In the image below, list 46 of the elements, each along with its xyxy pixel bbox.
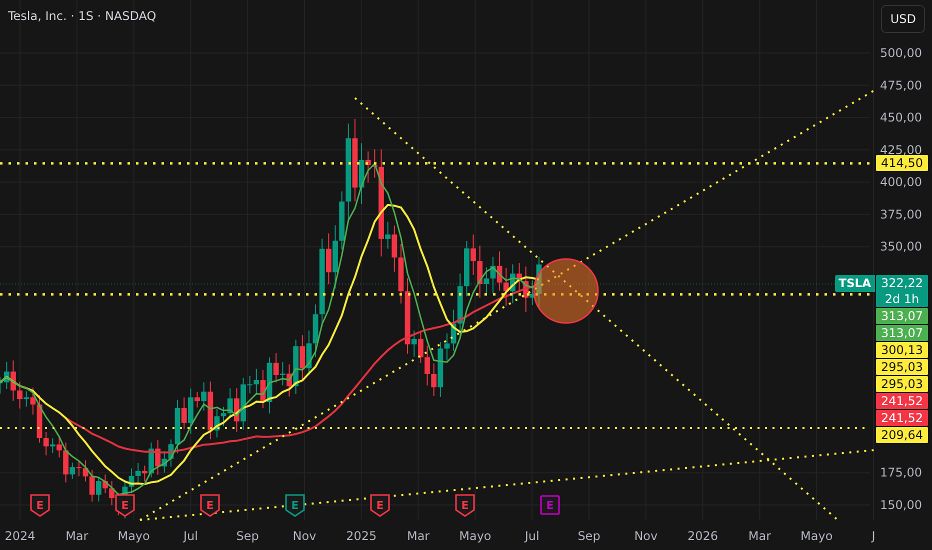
price-label: 241,52: [876, 392, 928, 409]
date-tick-label: Mar: [66, 529, 88, 543]
date-tick-label: 2026: [688, 529, 718, 543]
price-label: 414,50: [876, 155, 928, 172]
earnings-marker[interactable]: E: [285, 494, 305, 517]
price-tick-label: 150,00: [880, 498, 922, 512]
price-tick-label: 400,00: [880, 175, 922, 190]
price-tick-label: 450,00: [880, 110, 922, 125]
date-tick-label: Nov: [292, 529, 316, 543]
date-tick-label: J: [872, 529, 876, 543]
earnings-marker[interactable]: E: [455, 494, 475, 517]
earnings-marker[interactable]: E: [200, 494, 220, 517]
chart-title: Tesla, Inc. · 1S · NASDAQ: [8, 9, 156, 23]
date-tick-label: Jul: [524, 529, 540, 543]
earnings-marker[interactable]: E: [370, 494, 390, 517]
price-label: 295,03: [876, 358, 928, 375]
price-tick-label: 175,00: [880, 466, 922, 480]
price-tick-label: 425,00: [880, 142, 922, 157]
price-tick-label: 375,00: [880, 207, 922, 222]
date-tick-label: Sep: [578, 529, 600, 543]
price-label: 322,22 2d 1h: [876, 274, 928, 307]
price-label: 295,03: [876, 376, 928, 392]
price-tick-label: 350,00: [880, 240, 922, 254]
price-label: 241,52: [876, 410, 928, 426]
date-tick-label: Mayo: [800, 529, 833, 543]
date-tick-label: Mar: [748, 529, 772, 543]
date-tick-label: Mayo: [118, 529, 150, 543]
price-tick-label: 475,00: [880, 78, 922, 92]
price-label: 313,07: [876, 324, 928, 341]
earnings-marker[interactable]: E: [30, 494, 50, 517]
date-tick-label: Nov: [634, 529, 658, 543]
date-tick-label: 2024: [4, 529, 36, 543]
date-tick-label: 2025: [346, 529, 377, 543]
price-label: 209,64: [876, 426, 928, 443]
highlight-circle: [533, 258, 599, 324]
date-tick-label: Mayo: [459, 529, 492, 543]
earnings-marker[interactable]: E: [115, 494, 135, 517]
earnings-marker[interactable]: E: [540, 495, 560, 515]
price-label: 313,07: [876, 308, 928, 324]
date-tick-label: Mar: [406, 529, 430, 543]
price-tick-label: 500,00: [880, 46, 922, 60]
date-tick-label: Jul: [183, 529, 198, 543]
date-tick-label: Sep: [236, 529, 259, 543]
currency-button[interactable]: USD: [881, 5, 925, 33]
symbol-badge: TSLA: [834, 275, 875, 292]
price-label: 300,13: [876, 342, 928, 358]
